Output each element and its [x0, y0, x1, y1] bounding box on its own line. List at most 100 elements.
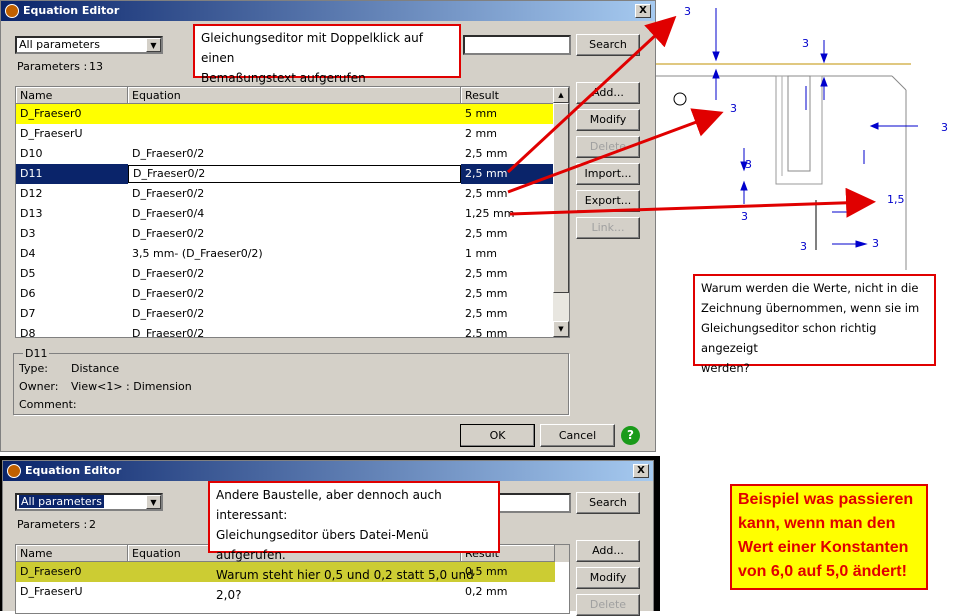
- delete-button[interactable]: Delete: [576, 594, 640, 616]
- table-row[interactable]: D13 D_Fraeser0/4 1,25 mm: [16, 204, 555, 224]
- cell-name: D3: [20, 227, 36, 240]
- warning-note: Beispiel was passieren kann, wenn man de…: [730, 484, 928, 590]
- dimension-label[interactable]: 3: [800, 240, 807, 253]
- hole-circle: [673, 92, 687, 106]
- title-bar: Equation Editor X: [1, 1, 655, 21]
- column-header-result[interactable]: Result: [461, 87, 555, 104]
- table-row[interactable]: D3 D_Fraeser0/2 2,5 mm: [16, 224, 555, 244]
- table-row[interactable]: D11 D_Fraeser0/2 2,5 mm: [16, 164, 555, 184]
- app-logo-icon: [7, 464, 21, 478]
- callout-line: Warum werden die Werte, nicht in die: [701, 281, 919, 295]
- type-label: Type:: [19, 362, 48, 375]
- cell-equation: D_Fraeser0/2: [132, 307, 205, 320]
- modify-button[interactable]: Modify: [576, 567, 640, 589]
- cell-result: 2,5 mm: [465, 267, 508, 280]
- table-row[interactable]: D8 D_Fraeser0/2 2,5 mm: [16, 324, 555, 338]
- cell-equation: D_Fraeser0/2: [132, 327, 205, 338]
- dimension-label-1-5[interactable]: 1,5: [887, 193, 905, 206]
- cell-name: D_Fraeser0: [20, 107, 82, 120]
- vertical-scrollbar[interactable]: ▲ ▼: [553, 87, 569, 337]
- dimension-label[interactable]: 3: [872, 237, 879, 250]
- ok-button[interactable]: OK: [460, 424, 535, 447]
- add-button[interactable]: Add...: [576, 82, 640, 104]
- cell-result: 2 mm: [465, 127, 497, 140]
- callout-top: Gleichungseditor mit Doppelklick auf ein…: [193, 24, 461, 85]
- cell-name: D_Fraeser0: [20, 565, 82, 578]
- owner-value: View<1> : Dimension: [71, 380, 192, 393]
- parameter-table: Name Equation Result D_Fraeser0 5 mm D_Fra…: [15, 86, 570, 338]
- cell-equation: D_Fraeser0/2: [132, 147, 205, 160]
- callout-line: Gleichungseditor schon richtig angezeigt: [701, 321, 877, 355]
- modify-button[interactable]: Modify: [576, 109, 640, 131]
- add-button[interactable]: Add...: [576, 540, 640, 562]
- app-logo-icon: [5, 4, 19, 18]
- search-button[interactable]: Search: [576, 34, 640, 56]
- table-row[interactable]: D4 3,5 mm- (D_Fraeser0/2) 1 mm: [16, 244, 555, 264]
- search-input[interactable]: [463, 35, 571, 55]
- type-value: Distance: [71, 362, 120, 375]
- dimension-label[interactable]: 3: [730, 102, 737, 115]
- scroll-up-button[interactable]: ▲: [553, 87, 569, 103]
- search-button[interactable]: Search: [576, 492, 640, 514]
- scroll-thumb[interactable]: [553, 103, 569, 293]
- close-button[interactable]: X: [633, 464, 649, 478]
- comment-label: Comment:: [19, 398, 77, 411]
- table-row[interactable]: D5 D_Fraeser0/2 2,5 mm: [16, 264, 555, 284]
- delete-button[interactable]: Delete: [576, 136, 640, 158]
- callout-line: Warum steht hier 0,5 und 0,2 statt 5,0 u…: [216, 568, 474, 602]
- export-button[interactable]: Export...: [576, 190, 640, 212]
- cell-name: D_FraeserU: [20, 127, 83, 140]
- column-header-name[interactable]: Name: [16, 87, 128, 104]
- table-row[interactable]: D_Fraeser0 5 mm: [16, 104, 555, 124]
- table-row[interactable]: D7 D_Fraeser0/2 2,5 mm: [16, 304, 555, 324]
- table-row[interactable]: D6 D_Fraeser0/2 2,5 mm: [16, 284, 555, 304]
- parameters-label: Parameters :: [17, 60, 88, 73]
- parameters-count: 2: [89, 518, 96, 531]
- column-header-name[interactable]: Name: [16, 545, 128, 562]
- callout-right: Warum werden die Werte, nicht in die Zei…: [693, 274, 936, 375]
- close-button[interactable]: X: [635, 4, 651, 18]
- cell-name: D4: [20, 247, 36, 260]
- dialog-title: Equation Editor: [25, 464, 122, 477]
- cell-name: D6: [20, 287, 36, 300]
- note-line: Beispiel was passieren: [738, 491, 914, 508]
- cell-result: 1,25 mm: [465, 207, 515, 220]
- cell-equation: D_Fraeser0/2: [128, 165, 461, 183]
- dimension-label[interactable]: 3: [802, 37, 809, 50]
- chevron-down-icon[interactable]: ▼: [146, 38, 161, 52]
- cell-result: 2,5 mm: [465, 187, 508, 200]
- cell-equation: D_Fraeser0/2: [132, 287, 205, 300]
- note-line: von 6,0 auf 5,0 ändert!: [738, 563, 907, 580]
- cell-name: D7: [20, 307, 36, 320]
- filter-dropdown[interactable]: All parameters ▼: [15, 36, 163, 54]
- chevron-down-icon[interactable]: ▼: [146, 495, 161, 509]
- table-row[interactable]: D10 D_Fraeser0/2 2,5 mm: [16, 144, 555, 164]
- cell-result: 2,5 mm: [465, 307, 508, 320]
- parameters-count: 13: [89, 60, 103, 73]
- title-bar: Equation Editor X: [3, 461, 653, 481]
- filter-dropdown[interactable]: All parameters ▼: [15, 493, 163, 511]
- import-button[interactable]: Import...: [576, 163, 640, 185]
- dimension-label[interactable]: 3: [684, 5, 691, 18]
- callout-line: werden?: [701, 361, 750, 375]
- cell-equation: D_Fraeser0/2: [132, 267, 205, 280]
- dimension-label[interactable]: 3: [745, 158, 752, 171]
- cell-equation: D_Fraeser0/2: [132, 227, 205, 240]
- table-row[interactable]: D_FraeserU 2 mm: [16, 124, 555, 144]
- cancel-button[interactable]: Cancel: [540, 424, 615, 447]
- cell-result: 2,5 mm: [465, 147, 508, 160]
- column-header-equation[interactable]: Equation: [128, 87, 461, 104]
- dialog-title: Equation Editor: [23, 4, 120, 17]
- cell-name: D13: [20, 207, 43, 220]
- help-icon[interactable]: ?: [621, 426, 640, 445]
- cell-result: 2,5 mm: [465, 227, 508, 240]
- dimension-label[interactable]: 3: [741, 210, 748, 223]
- cell-result: 2,5 mm: [465, 287, 508, 300]
- scroll-down-button[interactable]: ▼: [553, 321, 569, 337]
- link-button[interactable]: Link...: [576, 217, 640, 239]
- cell-result: 5 mm: [465, 107, 497, 120]
- owner-label: Owner:: [19, 380, 59, 393]
- callout-line: Gleichungseditor übers Datei-Menü aufger…: [216, 528, 429, 562]
- dimension-label[interactable]: 3: [941, 121, 948, 134]
- table-row[interactable]: D12 D_Fraeser0/2 2,5 mm: [16, 184, 555, 204]
